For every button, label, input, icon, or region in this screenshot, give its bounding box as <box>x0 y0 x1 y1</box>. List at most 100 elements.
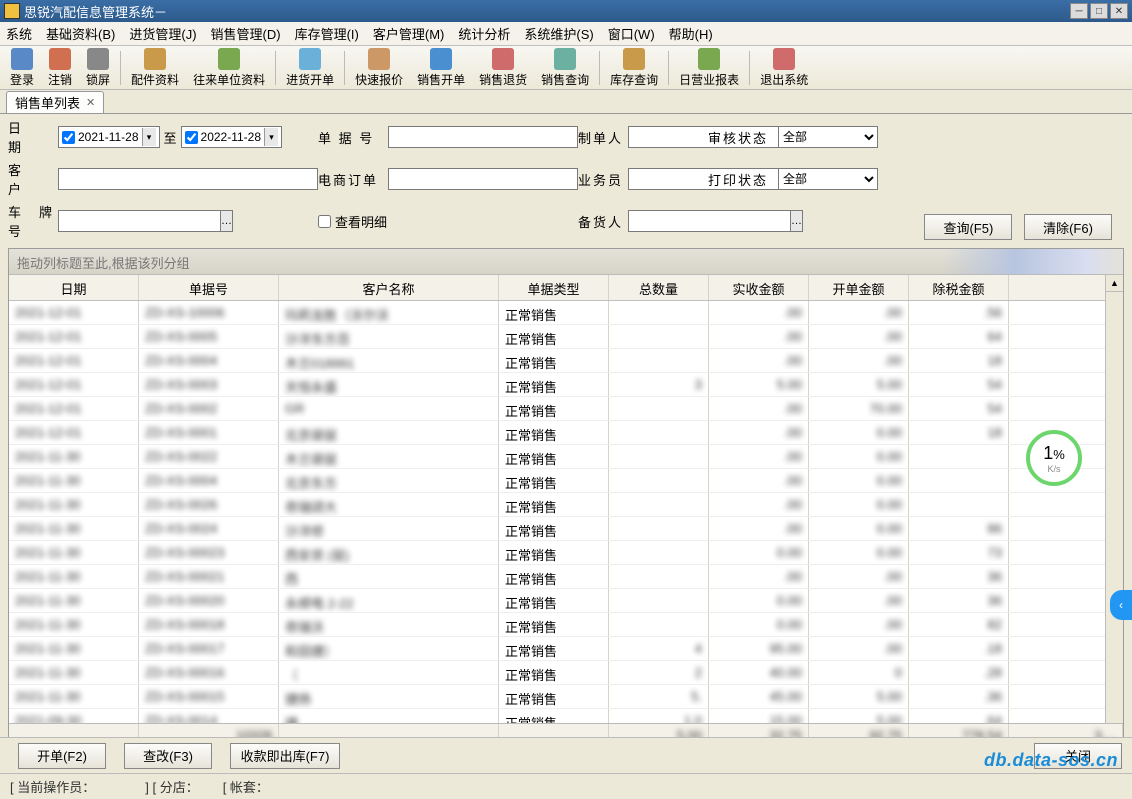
menu-item[interactable]: 统计分析 <box>458 24 510 43</box>
cust-input[interactable] <box>58 168 318 190</box>
table-row[interactable]: 2021-11-30ZD-XS-0024沙洋修正常销售.000.0086 <box>9 517 1123 541</box>
audit-select[interactable]: 全部 <box>778 126 878 148</box>
table-row[interactable]: 2021-11-30ZD-XS-00015捷扬正常销售5.45.005.00.3… <box>9 685 1123 709</box>
table-row[interactable]: 2021-12-01ZD-XS-0004木兰018991正常销售.00.0018 <box>9 349 1123 373</box>
query-button[interactable]: 查询(F5) <box>924 214 1012 240</box>
toolbar-button[interactable]: 库存查询 <box>604 46 664 90</box>
table-row[interactable]: 2021-11-30ZD-XS-00016（正常销售240.000.28 <box>9 661 1123 685</box>
chevron-down-icon[interactable]: ▾ <box>264 128 278 146</box>
cell: 正常销售 <box>499 565 609 588</box>
cell: ZD-XS-0026 <box>139 493 279 516</box>
table-row[interactable]: 2021-11-30ZD-XS-00023西安资 (鼠)正常销售0.000.00… <box>9 541 1123 565</box>
table-row[interactable]: 2021-11-30ZD-XS-0004北京东方正常销售.000.00 <box>9 469 1123 493</box>
window-title: 思锐汽配信息管理系统－ <box>24 5 167 20</box>
detail-check[interactable] <box>318 215 331 228</box>
toolbar-label: 退出系统 <box>760 71 808 88</box>
cell: 2021-12-01 <box>9 349 139 372</box>
menu-item[interactable]: 系统维护(S) <box>524 24 593 43</box>
toolbar-button[interactable]: 登录 <box>4 46 40 90</box>
table-row[interactable]: 2021-12-01ZD-XS-0001北京袋鼠正常销售.000.0018 <box>9 421 1123 445</box>
side-handle[interactable]: ‹ <box>1110 590 1132 620</box>
menu-item[interactable]: 窗口(W) <box>608 24 655 43</box>
toolbar-button[interactable]: 日营业报表 <box>673 46 745 90</box>
edit-button[interactable]: 查改(F3) <box>124 743 212 769</box>
cell: .00 <box>709 421 809 444</box>
menu-item[interactable]: 基础资料(B) <box>46 24 115 43</box>
cell: 0 <box>809 661 909 684</box>
toolbar-button[interactable]: 进货开单 <box>280 46 340 90</box>
cell: 2021-11-30 <box>9 637 139 660</box>
v-scrollbar[interactable]: ▲ <box>1105 275 1123 723</box>
eorder-input[interactable] <box>388 168 578 190</box>
open-button[interactable]: 开单(F2) <box>18 743 106 769</box>
toolbar-label: 销售退货 <box>479 71 527 88</box>
toolbar-button[interactable]: 销售开单 <box>411 46 471 90</box>
col-header[interactable]: 单据类型 <box>499 275 609 300</box>
cell: 沙洋东方百 <box>279 325 499 348</box>
date-to-check[interactable] <box>185 131 198 144</box>
docno-input[interactable] <box>388 126 578 148</box>
date-from-check[interactable] <box>62 131 75 144</box>
col-header[interactable]: 实收金额 <box>709 275 809 300</box>
toolbar-button[interactable]: 销售查询 <box>535 46 595 90</box>
table-row[interactable]: 2021-12-01ZD-XS-0005沙洋东方百正常销售.00.0064 <box>9 325 1123 349</box>
menu-item[interactable]: 进货管理(J) <box>129 24 196 43</box>
print-select[interactable]: 全部 <box>778 168 878 190</box>
toolbar-button[interactable]: 往来单位资料 <box>187 46 271 90</box>
menu-item[interactable]: 客户管理(M) <box>373 24 445 43</box>
toolbar-button[interactable]: 退出系统 <box>754 46 814 90</box>
toolbar-button[interactable]: 销售退货 <box>473 46 533 90</box>
col-header[interactable]: 总数量 <box>609 275 709 300</box>
toolbar-button[interactable]: 注销 <box>42 46 78 90</box>
cell <box>609 325 709 348</box>
table-row[interactable]: 2021-11-30ZD-XS-00018奇瑞沃正常销售0.00.0082 <box>9 613 1123 637</box>
menu-item[interactable]: 帮助(H) <box>669 24 713 43</box>
tab-close-icon[interactable]: ✕ <box>86 96 95 109</box>
eorder-label: 电商订单 <box>318 170 388 189</box>
table-row[interactable]: 2021-12-01ZD-XS-10006玛莉龙胜（沃尔沃正常销售.00.00.… <box>9 301 1123 325</box>
filter-panel: 日 期 2021-11-28▾ 至 2022-11-28▾ 单 据 号 制单人 … <box>0 114 1132 242</box>
menu-item[interactable]: 库存管理(I) <box>295 24 359 43</box>
cell: 正常销售 <box>499 325 609 348</box>
toolbar-button[interactable]: 快速报价 <box>349 46 409 90</box>
col-header[interactable]: 除税金额 <box>909 275 1009 300</box>
stock-lookup-button[interactable]: … <box>791 210 803 232</box>
table-row[interactable]: 2021-12-01ZD-XS-0003天恒永盛正常销售35.005.0054 <box>9 373 1123 397</box>
stock-input[interactable] <box>628 210 791 232</box>
menu-item[interactable]: 系统 <box>6 24 32 43</box>
toolbar-label: 进货开单 <box>286 71 334 88</box>
scroll-up-icon[interactable]: ▲ <box>1106 275 1123 292</box>
clear-button[interactable]: 清除(F6) <box>1024 214 1112 240</box>
cell: 0.00 <box>809 541 909 564</box>
cell: ZD-XS-0004 <box>139 349 279 372</box>
table-row[interactable]: 2021-11-30ZD-XS-0022木兰袋鼠正常销售.000.00 <box>9 445 1123 469</box>
menu-bar: 系统基础资料(B) 进货管理(J) 销售管理(D) 库存管理(I) 客户管理(M) 统计分… <box>0 22 1132 46</box>
chevron-down-icon[interactable]: ▾ <box>142 128 156 146</box>
table-row[interactable]: 2021-11-30ZD-XS-00017和田捷）正常销售495.00.00.1… <box>9 637 1123 661</box>
cell: 正常销售 <box>499 517 609 540</box>
close-window-button[interactable]: ✕ <box>1110 3 1128 19</box>
col-header[interactable]: 日期 <box>9 275 139 300</box>
maximize-button[interactable]: □ <box>1090 3 1108 19</box>
tab-sales-list[interactable]: 销售单列表 ✕ <box>6 91 104 113</box>
minimize-button[interactable]: ─ <box>1070 3 1088 19</box>
table-row[interactable]: 2021-11-30ZD-XS-0026奇瑞颂大正常销售.000.00 <box>9 493 1123 517</box>
toolbar-button[interactable]: 锁屏 <box>80 46 116 90</box>
date-from[interactable]: 2021-11-28▾ <box>58 126 160 148</box>
toolbar-button[interactable]: 配件资料 <box>125 46 185 90</box>
date-to[interactable]: 2022-11-28▾ <box>181 126 283 148</box>
table-row[interactable]: 2021-11-30ZD-XS-00020永顺电 2-22正常销售0.00.00… <box>9 589 1123 613</box>
grid-body[interactable]: 2021-12-01ZD-XS-10006玛莉龙胜（沃尔沃正常销售.00.00.… <box>9 301 1123 723</box>
col-header[interactable]: 开单金额 <box>809 275 909 300</box>
col-header[interactable]: 客户名称 <box>279 275 499 300</box>
plate-input[interactable] <box>58 210 221 232</box>
cell: 5.00 <box>809 709 909 723</box>
table-row[interactable]: 2021-12-01ZD-XS-0002GR正常销售.0070.0054 <box>9 397 1123 421</box>
plate-lookup-button[interactable]: … <box>221 210 233 232</box>
menu-item[interactable]: 销售管理(D) <box>211 24 281 43</box>
table-row[interactable]: 2021-09-30ZD-XS-0014捷正常销售1.015.005.00.64 <box>9 709 1123 723</box>
col-header[interactable]: 单据号 <box>139 275 279 300</box>
out-button[interactable]: 收款即出库(F7) <box>230 743 340 769</box>
table-row[interactable]: 2021-11-30ZD-XS-00021西正常销售.00.0036 <box>9 565 1123 589</box>
toolbar-separator <box>668 51 669 85</box>
